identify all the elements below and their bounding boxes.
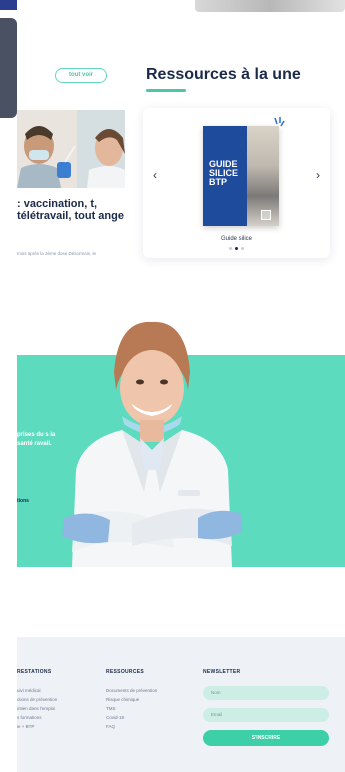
resources-heading: Ressources à la une: [146, 66, 301, 83]
see-all-button[interactable]: tout voir: [55, 68, 107, 83]
footer-link[interactable]: Documents de prévention: [106, 686, 157, 695]
footer-link[interactable]: TMS: [106, 704, 157, 713]
footer: [17, 637, 345, 772]
side-floating-panel: [0, 18, 17, 118]
footer-link[interactable]: FAQ: [106, 722, 157, 731]
hero-image-fragment: [195, 0, 345, 12]
news-image[interactable]: [17, 110, 125, 188]
footer-ressources-links: Documents de prévention Risque chimique …: [106, 686, 157, 731]
carousel-dot-active[interactable]: [235, 247, 238, 250]
news-excerpt: mois après la 3ème dose Désormais, le: [17, 251, 97, 256]
carousel-prev-icon[interactable]: ‹: [153, 168, 157, 182]
top-nav-fragment: [0, 0, 17, 10]
news-title[interactable]: : vaccination, t, télétravail, tout ange: [17, 198, 137, 222]
carousel-dots: [143, 247, 330, 250]
footer-link[interactable]: ie + BTP: [17, 722, 57, 731]
footer-link[interactable]: uivi médical: [17, 686, 57, 695]
footer-link[interactable]: intien dans l'emploi: [17, 704, 57, 713]
top-strip: [0, 0, 345, 12]
heading-underline: [146, 89, 186, 92]
doctor-photo: [52, 320, 252, 567]
newsletter-subscribe-button[interactable]: S'INSCRIRE: [203, 730, 329, 746]
doctor-illustration: [62, 321, 242, 567]
carousel-dot[interactable]: [241, 247, 244, 250]
footer-link[interactable]: s formations: [17, 713, 57, 722]
resources-carousel: ‹ › GUIDE SILICE BTP Guide silice: [143, 108, 330, 258]
page: tout voir : vaccination, t, télétravail,…: [0, 0, 345, 772]
guide-book-cover[interactable]: GUIDE SILICE BTP: [203, 126, 279, 226]
footer-link[interactable]: ctions de prévention: [17, 695, 57, 704]
newsletter-name-input[interactable]: Nom: [203, 686, 329, 700]
book-logo-icon: [261, 210, 271, 220]
sparkle-icon: [274, 117, 285, 127]
promo-link[interactable]: tions: [17, 498, 29, 504]
footer-newsletter-heading: NEWSLETTER: [203, 669, 241, 675]
footer-prestations-heading: RESTATIONS: [17, 669, 52, 675]
footer-link[interactable]: Risque chimique: [106, 695, 157, 704]
newsletter-email-input[interactable]: Email: [203, 708, 329, 722]
footer-link[interactable]: Covid-19: [106, 713, 157, 722]
footer-ressources-heading: RESSOURCES: [106, 669, 145, 675]
carousel-next-icon[interactable]: ›: [316, 168, 320, 182]
footer-prestations-links: uivi médical ctions de prévention intien…: [17, 686, 57, 731]
resource-caption[interactable]: Guide silice: [143, 236, 330, 242]
carousel-dot[interactable]: [229, 247, 232, 250]
book-cover-title: GUIDE SILICE BTP: [209, 159, 239, 187]
news-photo-illustration: [17, 110, 125, 188]
